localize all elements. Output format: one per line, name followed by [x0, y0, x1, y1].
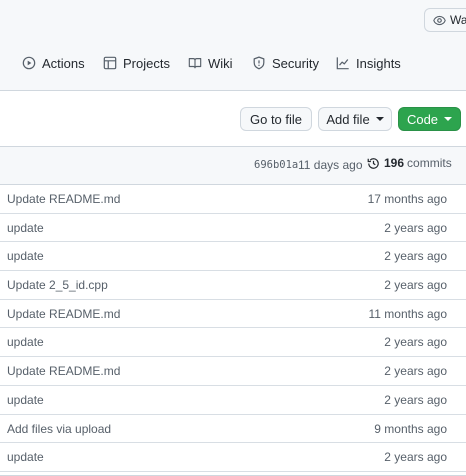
add-file-button[interactable]: Add file: [318, 107, 392, 131]
tab-insights[interactable]: Insights: [336, 53, 401, 73]
tab-actions-label: Actions: [42, 55, 85, 71]
table-icon: [103, 56, 117, 70]
play-icon: [22, 56, 36, 70]
table-row: Add files via upload 9 months ago: [0, 415, 466, 444]
commit-age: 11 months ago: [368, 306, 448, 321]
commits-label: commits: [407, 156, 452, 170]
tab-projects-label: Projects: [123, 55, 170, 71]
watch-button[interactable]: Watc: [424, 8, 466, 32]
table-row: Update README.md 17 months ago: [0, 185, 466, 214]
table-row: update 2 years ago: [0, 328, 466, 358]
eye-icon: [433, 15, 446, 25]
tab-wiki-label: Wiki: [208, 55, 233, 71]
commit-message[interactable]: Add files via upload: [7, 422, 111, 436]
commit-age: 2 years ago: [384, 335, 447, 350]
go-to-file-button[interactable]: Go to file: [240, 107, 312, 131]
chevron-down-icon: [444, 117, 453, 121]
commit-sha[interactable]: 696b01a: [254, 159, 298, 171]
table-row: update 2 years ago: [0, 386, 466, 415]
code-label: Code: [406, 111, 439, 127]
commit-message[interactable]: update: [7, 393, 44, 407]
commit-message[interactable]: update: [7, 221, 44, 235]
go-to-file-label: Go to file: [249, 111, 303, 127]
commit-message[interactable]: Update README.md: [7, 192, 120, 206]
tab-insights-label: Insights: [356, 55, 401, 71]
latest-commit-bar: 696b01a 11 days ago 196 commits: [0, 147, 466, 185]
commit-age[interactable]: 11 days ago: [298, 158, 363, 172]
commits-link[interactable]: 196 commits: [367, 156, 452, 170]
commit-age: 2 years ago: [384, 278, 447, 293]
commit-message[interactable]: Update 2_5_id.cpp: [7, 278, 108, 292]
watch-label: Watc: [450, 13, 466, 27]
code-button[interactable]: Code: [398, 107, 461, 131]
commit-message[interactable]: update: [7, 450, 44, 464]
commit-age: 2 years ago: [384, 220, 447, 235]
commit-age: 2 years ago: [384, 392, 447, 407]
commit-age: 2 years ago: [384, 450, 447, 465]
commit-age: 9 months ago: [374, 421, 447, 436]
table-row: update 2 years ago: [0, 214, 466, 243]
table-row: Update README.md 11 months ago: [0, 300, 466, 329]
table-row: Update 2_5_id.cpp 2 years ago: [0, 271, 466, 300]
tab-security[interactable]: Security: [252, 53, 319, 73]
tab-projects[interactable]: Projects: [103, 53, 170, 73]
commit-message[interactable]: Update README.md: [7, 364, 120, 378]
history-icon: [367, 157, 379, 169]
commit-message[interactable]: update: [7, 335, 44, 349]
commit-age: 17 months ago: [367, 192, 447, 206]
graph-icon: [336, 57, 349, 70]
commit-message[interactable]: Update README.md: [7, 307, 120, 321]
chevron-down-icon: [375, 117, 384, 121]
repo-header: Watc Actions Projects Wiki Security Insi…: [0, 0, 466, 91]
table-row: update 2 years ago: [0, 443, 466, 472]
shield-icon: [253, 56, 265, 70]
commit-age: 2 years ago: [384, 249, 447, 264]
table-row: update 2 years ago: [0, 242, 466, 272]
table-row: Update README.md 2 years ago: [0, 357, 466, 386]
tab-security-label: Security: [272, 55, 319, 71]
tab-actions[interactable]: Actions: [22, 53, 85, 73]
commit-age: 2 years ago: [384, 364, 447, 379]
tab-wiki[interactable]: Wiki: [188, 53, 233, 73]
file-list: 696b01a 11 days ago 196 commits Update R…: [0, 146, 466, 476]
book-icon: [188, 58, 202, 69]
add-file-label: Add file: [326, 111, 370, 127]
file-rows: Update README.md 17 months ago update 2 ye…: [0, 185, 466, 472]
commit-message[interactable]: update: [7, 249, 44, 263]
commit-count: 196: [384, 156, 405, 170]
